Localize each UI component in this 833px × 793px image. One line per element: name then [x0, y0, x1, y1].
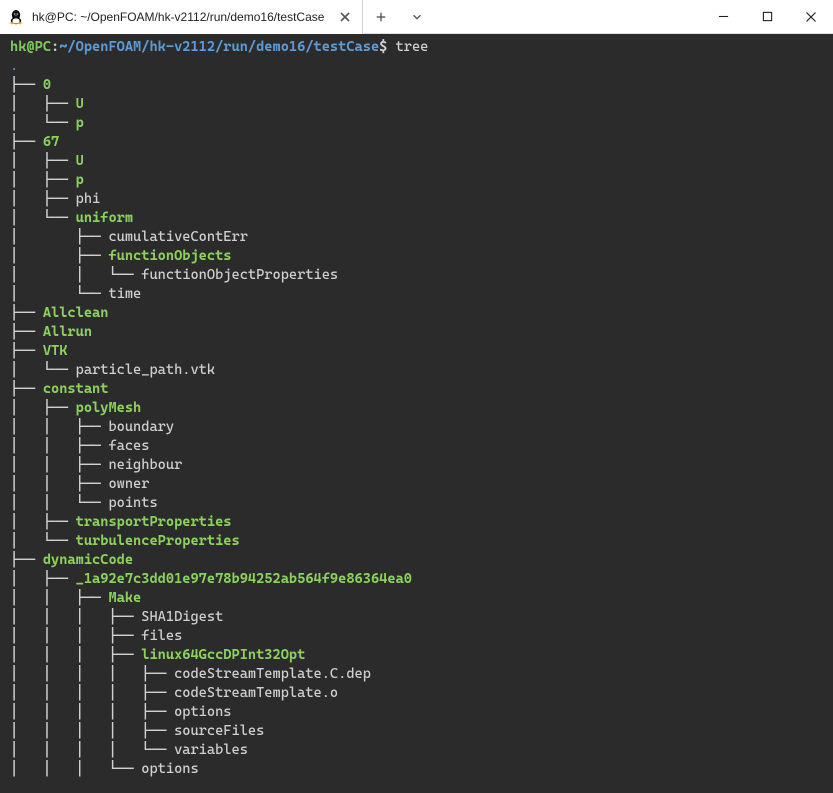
- tree-entry: sourceFiles: [174, 723, 264, 739]
- tree-branch: │ └──: [10, 362, 76, 378]
- tree-entry: particle_path.vtk: [76, 362, 215, 378]
- tree-entry: functionObjectProperties: [141, 267, 338, 283]
- prompt-userhost: hk@PC: [10, 39, 51, 55]
- tree-branch: │ ├──: [10, 229, 108, 245]
- tree-entry: dynamicCode: [43, 552, 133, 568]
- new-tab-button[interactable]: [363, 0, 399, 33]
- tree-branch: │ ├──: [10, 514, 76, 530]
- prompt-path: ~/OpenFOAM/hk-v2112/run/demo16/testCase: [59, 39, 379, 55]
- tree-entry: constant: [43, 381, 109, 397]
- tree-entry: VTK: [43, 343, 68, 359]
- tree-branch: ├──: [10, 134, 43, 150]
- tree-branch: │ ├──: [10, 248, 108, 264]
- tree-entry: codeStreamTemplate.C.dep: [174, 666, 371, 682]
- titlebar-spacer: [435, 0, 701, 33]
- tree-branch: │ │ │ │ └──: [10, 742, 174, 758]
- tree-branch: │ │ │ ├──: [10, 647, 141, 663]
- tree-branch: │ │ ├──: [10, 438, 108, 454]
- tree-branch: │ └──: [10, 115, 76, 131]
- close-tab-icon[interactable]: [338, 10, 352, 24]
- tree-entry: options: [174, 704, 231, 720]
- tree-entry: SHA1Digest: [141, 609, 223, 625]
- tree-entry: cumulativeContErr: [108, 229, 247, 245]
- tree-branch: │ ├──: [10, 172, 76, 188]
- window-controls: [701, 0, 833, 33]
- tree-branch: │ │ ├──: [10, 590, 108, 606]
- tree-branch: │ │ │ │ ├──: [10, 723, 174, 739]
- tree-entry: U: [76, 153, 84, 169]
- tree-branch: │ ├──: [10, 571, 76, 587]
- tree-entry: codeStreamTemplate.o: [174, 685, 338, 701]
- minimize-button[interactable]: [701, 0, 745, 33]
- tree-entry: Make: [108, 590, 141, 606]
- tree-branch: │ └──: [10, 210, 76, 226]
- tree-branch: │ │ │ │ ├──: [10, 704, 174, 720]
- tree-branch: │ └──: [10, 286, 108, 302]
- terminal-tab[interactable]: hk@PC: ~/OpenFOAM/hk-v2112/run/demo16/te…: [0, 0, 363, 34]
- tab-dropdown-button[interactable]: [399, 0, 435, 33]
- tree-entry: p: [76, 115, 84, 131]
- tree-entry: files: [141, 628, 182, 644]
- tree-entry: turbulenceProperties: [76, 533, 240, 549]
- tree-entry: p: [76, 172, 84, 188]
- tree-entry: time: [108, 286, 141, 302]
- tree-branch: │ │ │ │ ├──: [10, 685, 174, 701]
- tree-branch: ├──: [10, 381, 43, 397]
- tree-branch: │ │ └──: [10, 495, 108, 511]
- tree-branch: │ │ ├──: [10, 476, 108, 492]
- tree-branch: │ │ │ └──: [10, 761, 141, 777]
- tree-entry: points: [108, 495, 157, 511]
- tree-root-dot: .: [10, 58, 18, 74]
- tree-entry: Allrun: [43, 324, 92, 340]
- tree-branch: ├──: [10, 552, 43, 568]
- tree-branch: │ ├──: [10, 191, 76, 207]
- tree-entry: uniform: [76, 210, 133, 226]
- tree-entry: owner: [108, 476, 149, 492]
- tree-branch: │ │ │ ├──: [10, 609, 141, 625]
- tree-entry: neighbour: [108, 457, 182, 473]
- tree-entry: options: [141, 761, 198, 777]
- command-text: tree: [396, 39, 429, 55]
- tree-entry: transportProperties: [76, 514, 232, 530]
- tree-branch: │ ├──: [10, 153, 76, 169]
- maximize-button[interactable]: [745, 0, 789, 33]
- tree-entry: linux64GccDPInt32Opt: [141, 647, 305, 663]
- tree-branch: │ │ │ ├──: [10, 628, 141, 644]
- tree-entry: variables: [174, 742, 248, 758]
- tree-branch: │ │ │ │ ├──: [10, 666, 174, 682]
- tree-body: ├── 0 │ ├── U │ └── p ├── 67 │ ├── U │ ├…: [10, 77, 412, 777]
- tree-branch: ├──: [10, 343, 43, 359]
- tab-title: hk@PC: ~/OpenFOAM/hk-v2112/run/demo16/te…: [32, 10, 324, 24]
- tux-icon: [8, 9, 24, 25]
- tree-entry: 67: [43, 134, 59, 150]
- tree-branch: ├──: [10, 324, 43, 340]
- tree-branch: ├──: [10, 305, 43, 321]
- tree-branch: │ └──: [10, 533, 76, 549]
- tree-branch: ├──: [10, 77, 43, 93]
- tree-branch: │ │ ├──: [10, 457, 108, 473]
- tree-entry: polyMesh: [76, 400, 142, 416]
- prompt-sep1: :: [51, 39, 59, 55]
- tree-entry: phi: [76, 191, 101, 207]
- tree-branch: │ ├──: [10, 400, 76, 416]
- prompt-sep2: $: [379, 39, 387, 55]
- tree-branch: │ │ └──: [10, 267, 141, 283]
- tree-entry: 0: [43, 77, 51, 93]
- tree-entry: boundary: [108, 419, 174, 435]
- tree-entry: faces: [108, 438, 149, 454]
- tree-entry: U: [76, 96, 84, 112]
- close-window-button[interactable]: [789, 0, 833, 33]
- tree-entry: Allclean: [43, 305, 109, 321]
- title-bar: hk@PC: ~/OpenFOAM/hk-v2112/run/demo16/te…: [0, 0, 833, 34]
- tree-branch: │ ├──: [10, 96, 76, 112]
- tree-branch: │ │ ├──: [10, 419, 108, 435]
- terminal-output[interactable]: hk@PC:~/OpenFOAM/hk-v2112/run/demo16/tes…: [0, 34, 833, 793]
- tree-entry: functionObjects: [108, 248, 231, 264]
- tree-entry: _1a92e7c3dd01e97e78b94252ab564f9e86364ea…: [76, 571, 412, 587]
